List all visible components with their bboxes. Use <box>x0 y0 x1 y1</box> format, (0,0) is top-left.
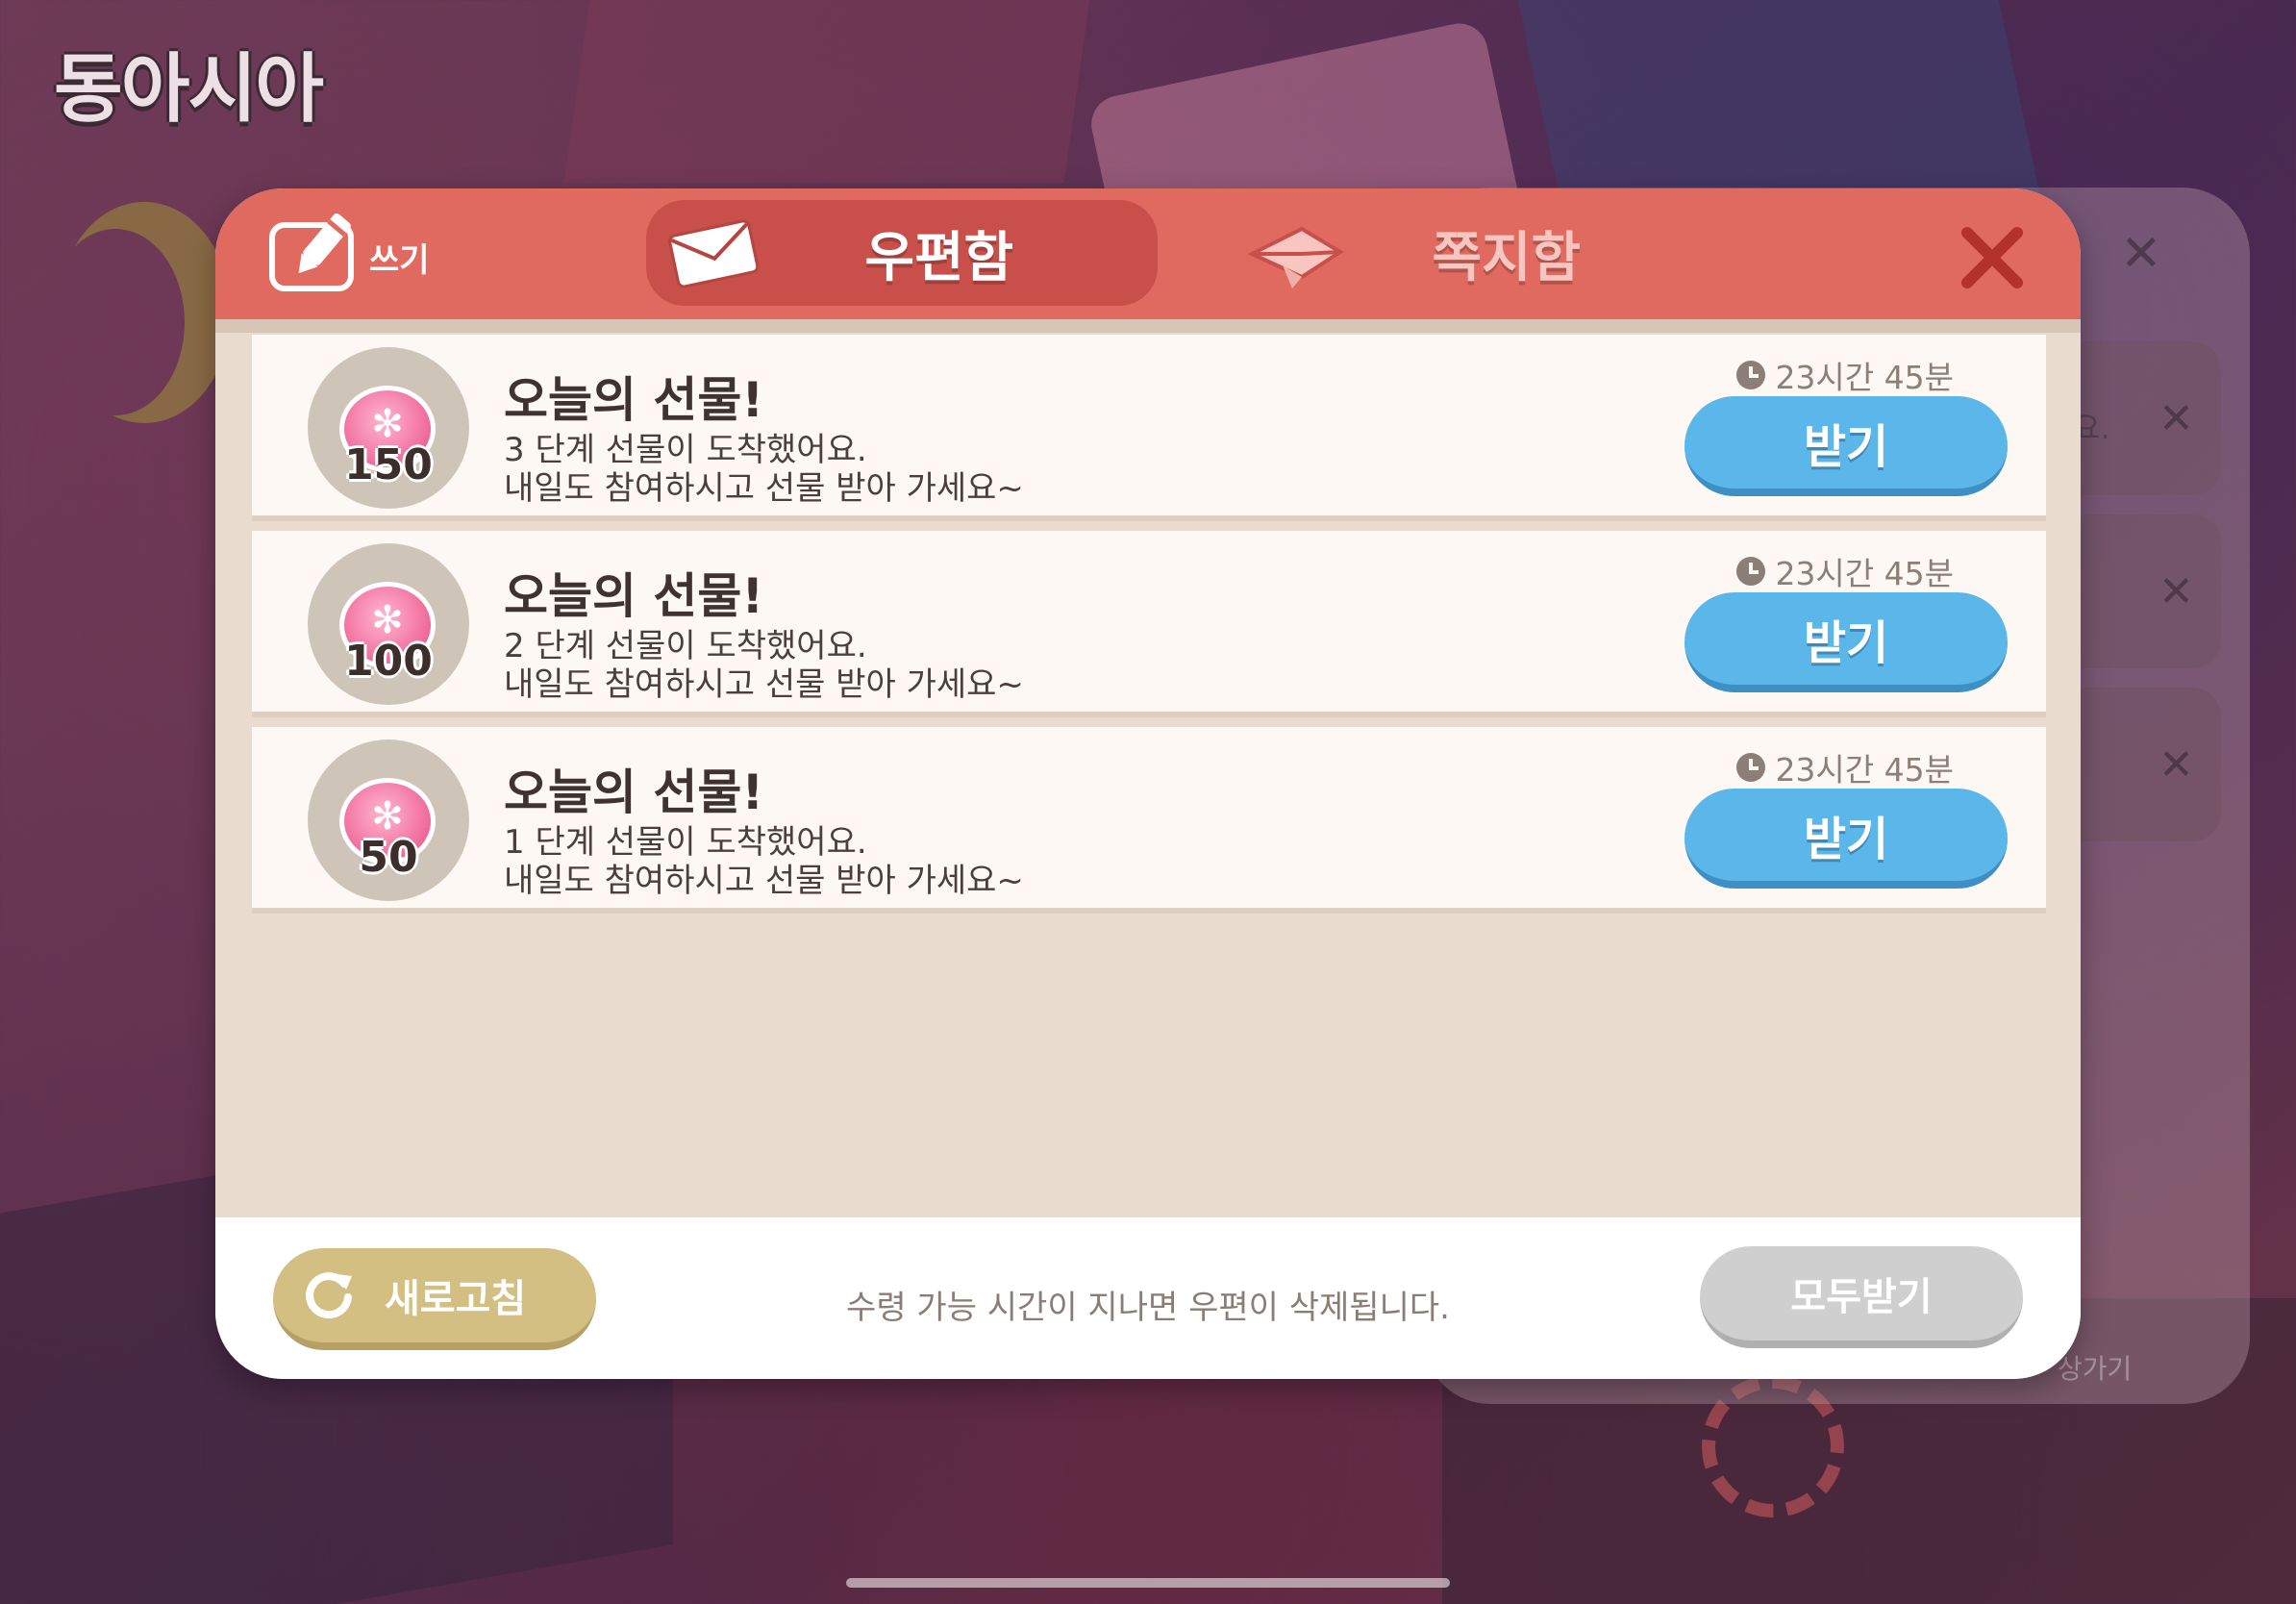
background-scene-block <box>563 0 1090 183</box>
receive-button[interactable]: 받기 <box>1685 396 2008 496</box>
background-row-close-icon: ✕ <box>2159 740 2194 789</box>
paper-plane-icon <box>1247 226 1344 288</box>
mail-item: 150 오늘의 선물! 3 단계 선물이 도착했어요. 내일도 참여하시고 선물… <box>252 335 2046 521</box>
receive-button[interactable]: 받기 <box>1685 789 2008 889</box>
mail-item: 100 오늘의 선물! 2 단계 선물이 도착했어요. 내일도 참여하시고 선물… <box>252 531 2046 717</box>
tab-mailbox[interactable]: 우편함 <box>646 200 1158 306</box>
mail-list: 150 오늘의 선물! 3 단계 선물이 도착했어요. 내일도 참여하시고 선물… <box>215 319 2081 1217</box>
envelope-icon <box>668 219 760 288</box>
pencil-icon <box>269 213 354 291</box>
receive-all-button[interactable]: 모두받기 <box>1700 1246 2023 1348</box>
time-left-text: 23시간 45분 <box>1775 555 1954 592</box>
mail-title: 오늘의 선물! <box>504 568 764 624</box>
clock-icon <box>1736 361 1766 389</box>
modal-footer: 새로고침 수령 가능 시간이 지나면 우편이 삭제됩니다. 모두받기 <box>215 1217 2081 1379</box>
background-row-close-icon: ✕ <box>2159 394 2194 443</box>
reward-coin-badge: 50 <box>308 739 469 901</box>
receive-button[interactable]: 받기 <box>1685 592 2008 692</box>
mail-item: 50 오늘의 선물! 1 단계 선물이 도착했어요. 내일도 참여하시고 선물 … <box>252 727 2046 914</box>
mail-time-left: 23시간 45분 <box>1736 352 1954 398</box>
modal-header: 쓰기 우편함 쪽지함 <box>215 188 2081 319</box>
coin-amount: 50 <box>359 833 418 882</box>
background-scene-block <box>1517 0 2040 192</box>
reward-coin-badge: 150 <box>308 347 469 509</box>
mail-time-left: 23시간 45분 <box>1736 744 1954 790</box>
clock-icon <box>1736 557 1766 586</box>
background-close-icon: ✕ <box>2120 225 2162 283</box>
moon-decoration <box>58 202 231 423</box>
mail-title: 오늘의 선물! <box>504 764 764 820</box>
write-button[interactable]: 쓰기 <box>269 213 430 300</box>
clock-icon <box>1736 753 1766 782</box>
write-label: 쓰기 <box>369 240 430 280</box>
tab-mailbox-label: 우편함 <box>864 226 1013 289</box>
mail-time-left: 23시간 45분 <box>1736 548 1954 594</box>
region-title: 동아시아 <box>54 46 324 133</box>
time-left-text: 23시간 45분 <box>1775 359 1954 396</box>
close-icon <box>1961 227 2023 288</box>
tab-notes[interactable]: 쪽지함 <box>1206 200 1667 306</box>
home-indicator[interactable] <box>846 1578 1450 1588</box>
mail-title: 오늘의 선물! <box>504 372 764 428</box>
coin-amount: 100 <box>344 637 433 686</box>
mail-message-line: 내일도 참여하시고 선물 받아 가세요~ <box>504 469 1024 508</box>
close-button[interactable] <box>1958 223 2027 292</box>
coin-amount: 150 <box>344 440 433 489</box>
mailbox-modal: 쓰기 우편함 쪽지함 ✻ 150 오늘의 선물! 3 단계 선물이 도착했어요.… <box>215 188 2081 1379</box>
mail-message-line: 내일도 참여하시고 선물 받아 가세요~ <box>504 665 1024 704</box>
mail-message-line: 내일도 참여하시고 선물 받아 가세요~ <box>504 862 1024 900</box>
time-left-text: 23시간 45분 <box>1775 751 1954 789</box>
reward-coin-badge: 100 <box>308 543 469 705</box>
tab-notes-label: 쪽지함 <box>1432 226 1581 289</box>
background-row-close-icon: ✕ <box>2159 567 2194 616</box>
